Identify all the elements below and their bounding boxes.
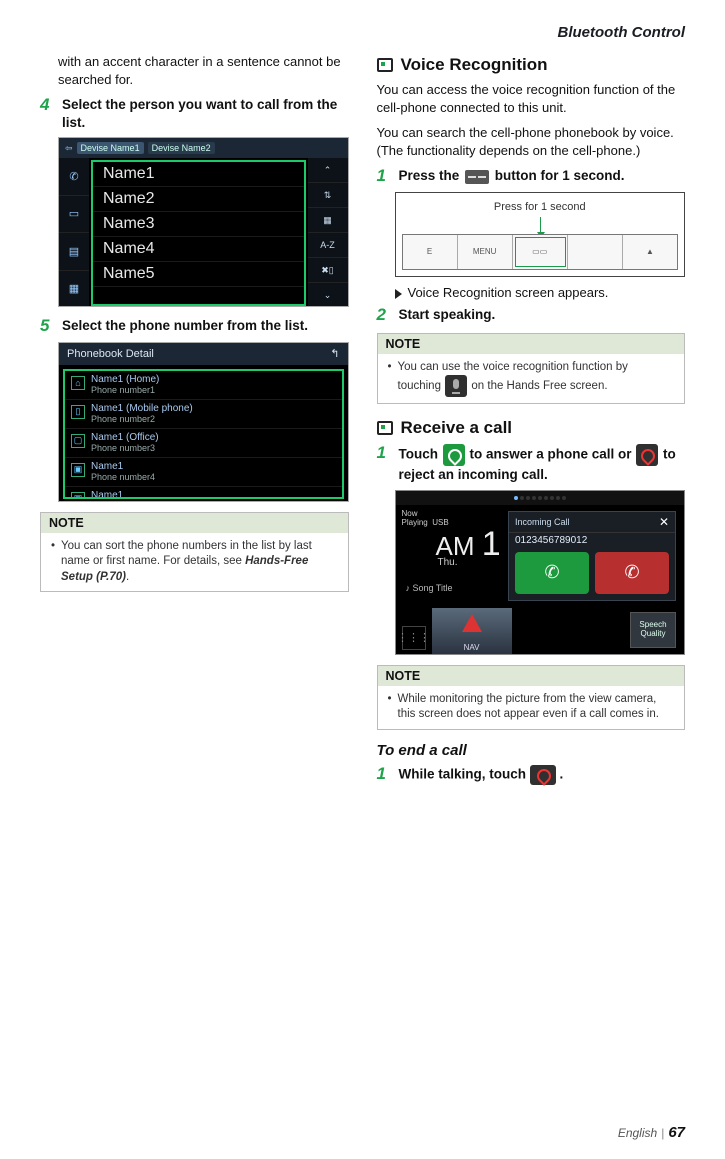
panel-seg: E (403, 235, 458, 269)
now-playing-label: NowPlaying (402, 509, 428, 527)
scroll-up-icon[interactable]: ⌃ (308, 158, 348, 183)
voice-icon (445, 375, 467, 397)
note-text: You can sort the phone numbers in the li… (61, 539, 338, 586)
step-number: 4 (40, 96, 54, 131)
incoming-call-popup: Incoming Call ✕ 0123456789012 ✆ ✆ (508, 511, 676, 601)
general-icon: ▣ (71, 463, 85, 477)
phone-row[interactable]: ▣Name1Phone number5 (65, 487, 342, 499)
phone-row[interactable]: ▯Name1 (Mobile phone)Phone number2 (65, 400, 342, 429)
step-text: Select the phone number from the list. (62, 317, 349, 336)
transfer-icon[interactable]: ⇅ (308, 183, 348, 208)
phone-icon[interactable]: ✆ (59, 158, 89, 196)
delete-icon[interactable]: ✖▯ (308, 258, 348, 283)
answer-icon (443, 444, 465, 466)
apps-grid-icon[interactable]: ⋮⋮⋮ (402, 626, 426, 650)
step-text: Press the button for 1 second. (399, 167, 686, 186)
contact-list-screenshot: ⇦ Devise Name1 Devise Name2 ✆ ▭ ▤ ▦ Name… (58, 137, 349, 307)
end-call-heading: To end a call (377, 742, 686, 759)
home-icon: ⌂ (71, 376, 85, 390)
arrow-icon (395, 289, 402, 299)
az-sort-icon[interactable]: A-Z (308, 233, 348, 258)
speech-quality-button[interactable]: Speech Quality (630, 612, 676, 648)
book-icon[interactable]: ▭ (59, 196, 89, 234)
page-number: 67 (668, 1124, 685, 1141)
contact-row[interactable]: Name4 (93, 237, 304, 262)
step-text: While talking, touch . (399, 765, 686, 785)
phone-row[interactable]: ▢Name1 (Office)Phone number3 (65, 429, 342, 458)
note-box: NOTE •While monitoring the picture from … (377, 665, 686, 730)
incoming-call-screenshot: NowPlaying USB AM 1 Thu. ♪ Song Title ⋮⋮… (395, 490, 686, 655)
button-panel-screenshot: Press for 1 second E MENU ▭▭ ▲ (395, 192, 686, 277)
screen-title: Phonebook Detail (67, 348, 154, 360)
list-icon[interactable]: ▤ (59, 233, 89, 271)
note-text: You can use the voice recognition functi… (398, 360, 675, 398)
page-header: Bluetooth Control (40, 24, 685, 41)
result-line: Voice Recognition screen appears. (377, 285, 686, 300)
song-title: ♪ Song Title (406, 583, 453, 593)
step-text: Start speaking. (399, 306, 686, 325)
step-5: 5 Select the phone number from the list. (40, 317, 349, 336)
section-icon (377, 58, 393, 72)
hangup-icon (530, 765, 556, 785)
voice-desc: You can access the voice recognition fun… (377, 81, 686, 116)
vr-step-1: 1 Press the button for 1 second. (377, 167, 686, 186)
note-title: NOTE (378, 334, 685, 354)
contact-row[interactable]: Name5 (93, 262, 304, 287)
step-number: 1 (377, 765, 391, 785)
device-tab[interactable]: Devise Name2 (148, 142, 215, 154)
phonebook-detail-screenshot: Phonebook Detail ↰ ⌂Name1 (Home)Phone nu… (58, 342, 349, 502)
note-box: NOTE •You can sort the phone numbers in … (40, 512, 349, 593)
answer-button[interactable]: ✆ (515, 552, 589, 594)
step-4: 4 Select the person you want to call fro… (40, 96, 349, 131)
section-icon (377, 421, 393, 435)
section-voice-recognition: Voice Recognition (377, 55, 686, 75)
back-icon[interactable]: ↰ (330, 347, 339, 360)
panel-seg: ▲ (623, 235, 677, 269)
mobile-icon: ▯ (71, 405, 85, 419)
reject-icon (636, 444, 658, 466)
contact-row[interactable]: Name2 (93, 187, 304, 212)
rc-step-1: 1 Touch to answer a phone call or to rej… (377, 444, 686, 484)
tel-panel-button[interactable]: ▭▭ (513, 235, 568, 269)
note-box: NOTE •You can use the voice recognition … (377, 333, 686, 405)
contact-row[interactable]: Name3 (93, 212, 304, 237)
panel-seg: MENU (458, 235, 513, 269)
right-column: Voice Recognition You can access the voi… (377, 53, 686, 789)
vr-step-2: 2 Start speaking. (377, 306, 686, 325)
page-footer: English|67 (618, 1124, 685, 1141)
nav-tile[interactable]: NAV (432, 608, 512, 654)
step-number: 1 (377, 167, 391, 186)
end-step-1: 1 While talking, touch . (377, 765, 686, 785)
filter-icon[interactable]: ▦ (308, 208, 348, 233)
device-tab[interactable]: Devise Name1 (77, 142, 144, 154)
day-label: Thu. (438, 557, 458, 568)
step-number: 1 (377, 444, 391, 484)
panel-seg (568, 235, 623, 269)
scroll-down-icon[interactable]: ⌄ (308, 283, 348, 307)
step-number: 2 (377, 306, 391, 325)
close-icon[interactable]: ✕ (659, 515, 669, 529)
office-icon: ▢ (71, 434, 85, 448)
press-label: Press for 1 second (396, 201, 685, 213)
note-title: NOTE (378, 666, 685, 686)
step-number: 5 (40, 317, 54, 336)
note-title: NOTE (41, 513, 348, 533)
phone-row[interactable]: ⌂Name1 (Home)Phone number1 (65, 371, 342, 400)
general-icon: ▣ (71, 492, 85, 499)
tel-button-icon (465, 170, 489, 184)
contact-row[interactable]: Name1 (93, 162, 304, 187)
left-column: with an accent character in a sentence c… (40, 53, 349, 789)
section-receive-call: Receive a call (377, 418, 686, 438)
intro-continuation: with an accent character in a sentence c… (40, 53, 349, 88)
step-text: Select the person you want to call from … (62, 96, 349, 131)
step-text: Touch to answer a phone call or to rejec… (399, 444, 686, 484)
voice-desc2: You can search the cell-phone phonebook … (377, 124, 686, 159)
footer-language: English (618, 1126, 657, 1140)
caller-number: 0123456789012 (509, 533, 675, 552)
phone-row[interactable]: ▣Name1Phone number4 (65, 458, 342, 487)
note-text: While monitoring the picture from the vi… (398, 692, 675, 723)
popup-title: Incoming Call (515, 517, 570, 527)
grid-icon[interactable]: ▦ (59, 271, 89, 308)
reject-button[interactable]: ✆ (595, 552, 669, 594)
